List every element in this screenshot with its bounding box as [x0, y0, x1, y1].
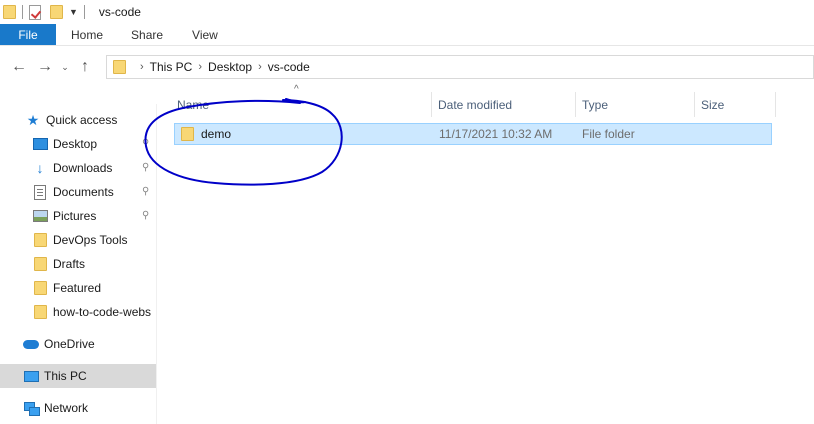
sidebar-item-downloads[interactable]: ↓ Downloads ⚲: [0, 157, 156, 179]
up-arrow-icon[interactable]: ↑: [74, 56, 96, 78]
pin-icon[interactable]: ⚲: [142, 210, 152, 222]
sidebar-item-label: Documents: [53, 185, 114, 199]
pin-icon[interactable]: ⚲: [142, 162, 152, 174]
pin-icon[interactable]: ⚲: [142, 186, 152, 198]
file-row[interactable]: demo 11/17/2021 10:32 AM File folder: [174, 123, 772, 145]
sidebar-item-label: how-to-code-webs: [53, 305, 152, 319]
breadcrumb-desktop[interactable]: Desktop: [208, 60, 252, 74]
column-header-type[interactable]: Type: [577, 92, 695, 117]
folder-icon: [181, 127, 194, 141]
sidebar-item-desktop[interactable]: Desktop ⚲: [0, 133, 156, 155]
separator: [22, 5, 23, 19]
column-header-date-modified[interactable]: Date modified: [433, 92, 576, 117]
sidebar-item-label: Quick access: [46, 113, 118, 127]
file-name: demo: [201, 127, 232, 141]
tab-view[interactable]: View: [177, 24, 234, 45]
sidebar-item-how-to-code-webs[interactable]: how-to-code-webs: [0, 301, 156, 323]
address-bar[interactable]: › This PC › Desktop › vs-code: [106, 55, 814, 79]
sidebar-item-label: Downloads: [53, 161, 113, 175]
properties-icon[interactable]: [29, 0, 41, 24]
pictures-icon: [32, 208, 48, 224]
sidebar-item-network[interactable]: Network: [0, 397, 156, 419]
sidebar-item-label: Featured: [53, 281, 102, 295]
file-date-modified: 11/17/2021 10:32 AM: [439, 127, 553, 141]
sidebar-item-this-pc[interactable]: This PC: [0, 364, 156, 388]
sidebar-item-label: DevOps Tools: [53, 233, 128, 247]
recent-locations-chevron-icon[interactable]: ⌄: [58, 56, 72, 78]
network-icon: [23, 400, 40, 416]
column-header-name[interactable]: Name: [172, 92, 432, 117]
tab-file[interactable]: File: [0, 24, 56, 45]
back-arrow-icon[interactable]: ←: [8, 56, 30, 78]
navigation-bar: ← → ⌄ ↑ › This PC › Desktop › vs-code: [0, 50, 814, 84]
chevron-right-icon[interactable]: ›: [258, 61, 262, 73]
breadcrumb-this-pc[interactable]: This PC: [150, 60, 193, 74]
chevron-right-icon[interactable]: ›: [140, 61, 144, 73]
sidebar-item-quick-access[interactable]: ★ Quick access: [0, 109, 156, 131]
sidebar-item-label: Network: [44, 401, 89, 415]
breadcrumb-vs-code[interactable]: vs-code: [268, 60, 310, 74]
this-pc-icon: [23, 368, 39, 384]
sidebar-item-label: Pictures: [53, 209, 97, 223]
tab-home[interactable]: Home: [56, 24, 117, 45]
file-type: File folder: [582, 127, 635, 141]
documents-icon: [32, 184, 48, 200]
download-icon: ↓: [36, 160, 44, 176]
ribbon-tabs: File Home Share View: [0, 24, 814, 46]
chevron-right-icon[interactable]: ›: [198, 61, 202, 73]
title-bar: ▼ vs-code: [0, 0, 814, 24]
sidebar-item-label: Drafts: [53, 257, 86, 271]
sidebar-item-featured[interactable]: Featured: [0, 277, 156, 299]
folder-icon[interactable]: [3, 0, 16, 24]
column-header-size[interactable]: Size: [696, 92, 776, 117]
file-name-cell: demo: [181, 127, 231, 141]
folder-icon: [32, 304, 48, 320]
sidebar-item-pictures[interactable]: Pictures ⚲: [0, 205, 156, 227]
new-folder-icon[interactable]: [50, 0, 63, 24]
sidebar-item-documents[interactable]: Documents ⚲: [0, 181, 156, 203]
tab-share[interactable]: Share: [117, 24, 177, 45]
desktop-icon: [32, 136, 48, 152]
customize-toolbar-icon[interactable]: ▼: [69, 7, 78, 17]
sidebar-item-label: This PC: [44, 369, 87, 383]
onedrive-icon: [23, 336, 39, 352]
sidebar-item-label: Desktop: [53, 137, 98, 151]
sidebar-item-label: OneDrive: [44, 337, 95, 351]
sidebar-item-onedrive[interactable]: OneDrive: [0, 333, 156, 355]
navigation-pane: ★ Quick access Desktop ⚲ ↓ Downloads ⚲ D…: [0, 104, 157, 424]
folder-icon: [32, 280, 48, 296]
forward-arrow-icon[interactable]: →: [34, 56, 56, 78]
folder-icon: [32, 256, 48, 272]
sidebar-item-drafts[interactable]: Drafts: [0, 253, 156, 275]
folder-icon: [32, 232, 48, 248]
window-title: vs-code: [98, 5, 141, 19]
separator: [83, 5, 85, 19]
sidebar-item-devops-tools[interactable]: DevOps Tools: [0, 229, 156, 251]
folder-icon: [113, 60, 126, 74]
star-icon: ★: [26, 111, 40, 128]
pin-icon[interactable]: ⚲: [142, 138, 152, 150]
